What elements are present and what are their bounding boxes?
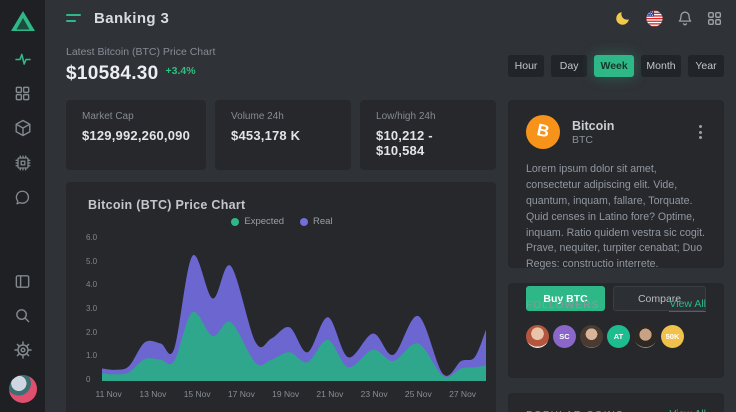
right-column: Hour Day Week Month Year B Bitcoin BTC — [508, 36, 724, 412]
sidebar-item-products[interactable] — [14, 119, 32, 137]
coin-description: Lorem ipsum dolor sit amet, consectetur … — [526, 162, 706, 273]
stat-value: $10,212 - $10,584 — [376, 128, 480, 158]
y-axis-labels: 6.05.0 4.03.0 2.01.0 0 — [78, 231, 102, 381]
stat-label: Volume 24h — [231, 111, 335, 122]
content: Latest Bitcoin (BTC) Price Chart $10584.… — [45, 36, 736, 412]
stat-value: $129,992,260,090 — [82, 128, 190, 143]
stat-value: $453,178 K — [231, 128, 335, 143]
stat-label: Low/high 24h — [376, 111, 480, 122]
follower-avatar[interactable] — [526, 325, 549, 348]
tab-day[interactable]: Day — [551, 55, 587, 77]
price-row: $10584.30 +3.4% — [66, 63, 496, 85]
sidebar — [0, 0, 45, 412]
sidebar-item-chat[interactable] — [14, 189, 31, 206]
x-axis-labels: 11 Nov 13 Nov 15 Nov 17 Nov 19 Nov 21 No… — [106, 389, 482, 401]
btc-price-value: $10584.30 — [66, 63, 159, 85]
app-root: Banking 3 — [0, 0, 736, 412]
stat-card-volume: Volume 24h $453,178 K — [215, 100, 351, 170]
moon-icon[interactable] — [614, 9, 632, 27]
tab-hour[interactable]: Hour — [508, 55, 544, 77]
chart-plot-area — [102, 231, 486, 381]
app-grid-icon[interactable] — [707, 11, 722, 26]
coin-card-header: B Bitcoin BTC — [526, 115, 706, 149]
stat-card-market-cap: Market Cap $129,992,260,090 — [66, 100, 206, 170]
sidebar-item-layout[interactable] — [14, 273, 31, 290]
stat-label: Market Cap — [82, 111, 190, 122]
plot-wrap: 6.05.0 4.03.0 2.01.0 0 — [78, 231, 486, 381]
coin-name: Bitcoin — [572, 119, 614, 133]
app-logo-icon[interactable] — [10, 9, 36, 33]
legend-item-real[interactable]: Real — [300, 216, 333, 227]
us-flag-icon[interactable] — [646, 10, 663, 27]
sidebar-item-hardware[interactable] — [14, 154, 32, 172]
sidebar-bottom-group — [9, 256, 37, 412]
settings-gear-icon[interactable] — [14, 341, 32, 359]
follower-avatar[interactable] — [580, 325, 603, 348]
follower-avatar[interactable] — [634, 325, 657, 348]
followers-title: FOLLOWERS — [526, 300, 600, 311]
user-avatar[interactable] — [9, 375, 37, 403]
search-icon[interactable] — [14, 307, 31, 324]
popular-coins-view-all-link[interactable]: View All — [669, 408, 706, 412]
tab-year[interactable]: Year — [688, 55, 724, 77]
btc-price-change: +3.4% — [166, 65, 196, 77]
page-title: Banking 3 — [94, 10, 169, 27]
coin-names: Bitcoin BTC — [572, 119, 614, 146]
bell-icon[interactable] — [677, 10, 693, 27]
topbar: Banking 3 — [45, 0, 736, 36]
popular-coins-card: POPULAR COINS View All — [508, 393, 724, 412]
price-chart-label: Latest Bitcoin (BTC) Price Chart — [66, 46, 496, 58]
bitcoin-icon: B — [526, 115, 560, 149]
legend-label: Real — [313, 216, 333, 227]
time-range-tabs: Hour Day Week Month Year — [508, 55, 724, 77]
legend-dot-real — [300, 218, 308, 226]
main-area: Banking 3 — [45, 0, 736, 412]
legend-label: Expected — [244, 216, 284, 227]
sidebar-item-activity[interactable] — [14, 50, 32, 68]
follower-avatar[interactable]: SC — [553, 325, 576, 348]
stat-cards-row: Market Cap $129,992,260,090 Volume 24h $… — [66, 100, 496, 170]
follower-avatar[interactable]: 50K — [661, 325, 684, 348]
tab-week[interactable]: Week — [594, 55, 634, 77]
topbar-icons — [614, 9, 722, 27]
left-column: Latest Bitcoin (BTC) Price Chart $10584.… — [66, 36, 496, 412]
price-chart-card: Bitcoin (BTC) Price Chart Expected Real — [66, 182, 496, 412]
popular-coins-header: POPULAR COINS View All — [526, 408, 706, 412]
followers-view-all-link[interactable]: View All — [669, 298, 706, 312]
coin-symbol: BTC — [572, 134, 614, 146]
legend-item-expected[interactable]: Expected — [231, 216, 284, 227]
bitcoin-card: B Bitcoin BTC Lorem ipsum dolor sit amet… — [508, 100, 724, 268]
followers-avatars: SC AT 50K — [526, 325, 706, 348]
follower-avatar[interactable]: AT — [607, 325, 630, 348]
tab-month[interactable]: Month — [641, 55, 681, 77]
menu-toggle-icon[interactable] — [66, 14, 81, 22]
chart-legend: Expected Real — [78, 216, 486, 227]
kebab-menu-icon[interactable] — [695, 121, 706, 143]
stat-card-low-high: Low/high 24h $10,212 - $10,584 — [360, 100, 496, 170]
area-chart — [102, 231, 486, 381]
sidebar-item-dashboard[interactable] — [14, 85, 31, 102]
chart-title: Bitcoin (BTC) Price Chart — [78, 198, 486, 212]
legend-dot-expected — [231, 218, 239, 226]
